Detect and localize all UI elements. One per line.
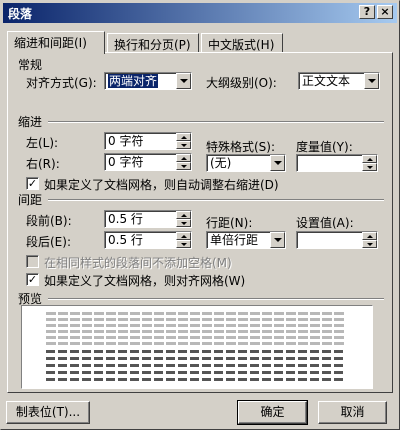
spin-up-icon[interactable] [362,155,377,163]
space-after-value: 0.5 行 [108,233,143,247]
preview-current-paragraph-line [46,357,346,360]
right-indent-label: 右(R): [26,157,60,171]
line-spacing-dropdown[interactable]: 单倍行距 [206,231,286,249]
preview-current-paragraph-line [46,364,346,367]
snap-to-grid-label: 如果定义了文档网格，则对齐网格(W) [44,274,246,288]
preview-pane [21,305,373,389]
left-indent-spinner[interactable] [176,133,191,149]
general-section-label: 常规 [18,58,43,72]
spin-up-icon[interactable] [176,232,191,240]
preview-prev-paragraph-line [46,342,346,345]
tab-indents-spacing[interactable]: 缩进和间距(I) [7,31,105,54]
spin-up-icon[interactable] [176,154,191,162]
alignment-dropdown[interactable]: 两端对齐 [104,72,192,90]
preview-prev-paragraph-line [46,318,346,321]
chevron-down-icon[interactable] [270,155,285,171]
paragraph-dialog: 段落 ? × 缩进和间距(I) 换行和分页(P) 中文版式(H) 常规 对齐方式… [0,0,400,430]
tabs-button[interactable]: 制表位(T)... [6,401,90,424]
spin-down-icon[interactable] [176,219,191,227]
special-indent-value: (无) [210,156,232,170]
preview-prev-paragraph-line [46,336,346,339]
left-indent-label: 左(L): [26,136,59,150]
tab-asian-typography[interactable]: 中文版式(H) [201,33,283,53]
chevron-down-icon[interactable] [364,73,379,89]
space-after-spinner[interactable] [176,232,191,248]
space-before-spinner[interactable] [176,211,191,227]
line-spacing-at-label: 设置值(A): [296,216,354,230]
space-before-value: 0.5 行 [108,212,143,226]
spin-up-icon[interactable] [176,133,191,141]
spin-down-icon[interactable] [176,141,191,149]
chevron-down-icon[interactable] [176,73,191,89]
line-spacing-at-input[interactable] [296,231,378,249]
preview-prev-paragraph-line [46,312,346,315]
space-before-input[interactable]: 0.5 行 [104,210,192,228]
no-space-same-style-checkbox [26,255,39,268]
cancel-button[interactable]: 取消 [318,401,387,424]
preview-current-paragraph-line [46,371,346,374]
snap-to-grid-checkbox[interactable]: ✓ [26,273,39,286]
right-indent-input[interactable]: 0 字符 [104,153,192,171]
line-spacing-label: 行距(N): [206,216,253,230]
window-title: 段落 [8,7,33,21]
spin-down-icon[interactable] [362,163,377,171]
spin-down-icon[interactable] [176,240,191,248]
alignment-value: 两端对齐 [108,74,159,88]
space-after-label: 段后(E): [26,235,71,249]
indent-by-input[interactable] [296,154,378,172]
left-indent-value: 0 字符 [108,134,144,148]
left-indent-input[interactable]: 0 字符 [104,132,192,150]
alignment-label: 对齐方式(G): [26,76,97,90]
line-spacing-at-spinner[interactable] [362,232,377,248]
spin-down-icon[interactable] [176,162,191,170]
preview-prev-paragraph-line [46,330,346,333]
indent-by-label: 度量值(Y): [296,140,353,154]
right-indent-spinner[interactable] [176,154,191,170]
preview-current-paragraph-line [46,378,346,381]
indent-by-spinner[interactable] [362,155,377,171]
chevron-down-icon[interactable] [270,232,285,248]
spin-up-icon[interactable] [362,232,377,240]
space-before-label: 段前(B): [26,214,72,228]
line-spacing-value: 单倍行距 [210,233,259,247]
preview-prev-paragraph-line [46,324,346,327]
spin-down-icon[interactable] [362,240,377,248]
divider [48,121,384,123]
outline-level-label: 大纲级别(O): [206,76,277,90]
title-bar: 段落 ? × [3,3,397,23]
outline-level-value: 正文文本 [302,74,351,88]
special-indent-label: 特殊格式(S): [206,140,276,154]
spacing-section-label: 间距 [18,193,43,207]
divider [48,298,384,300]
ok-button[interactable]: 确定 [237,400,308,425]
right-indent-value: 0 字符 [108,155,144,169]
indent-section-label: 缩进 [18,115,43,129]
preview-current-paragraph-line [46,350,346,353]
help-button[interactable]: ? [359,5,375,19]
divider [48,199,384,201]
auto-adjust-indent-checkbox[interactable]: ✓ [26,177,39,190]
no-space-same-style-label: 在相同样式的段落间不添加空格(M) [44,256,232,270]
tab-line-page-breaks[interactable]: 换行和分页(P) [107,33,199,53]
auto-adjust-indent-label: 如果定义了文档网格，则自动调整右缩进(D) [44,178,279,192]
outline-level-dropdown[interactable]: 正文文本 [298,72,380,90]
spin-up-icon[interactable] [176,211,191,219]
close-button[interactable]: × [377,5,393,19]
special-indent-dropdown[interactable]: (无) [206,154,286,172]
space-after-input[interactable]: 0.5 行 [104,231,192,249]
